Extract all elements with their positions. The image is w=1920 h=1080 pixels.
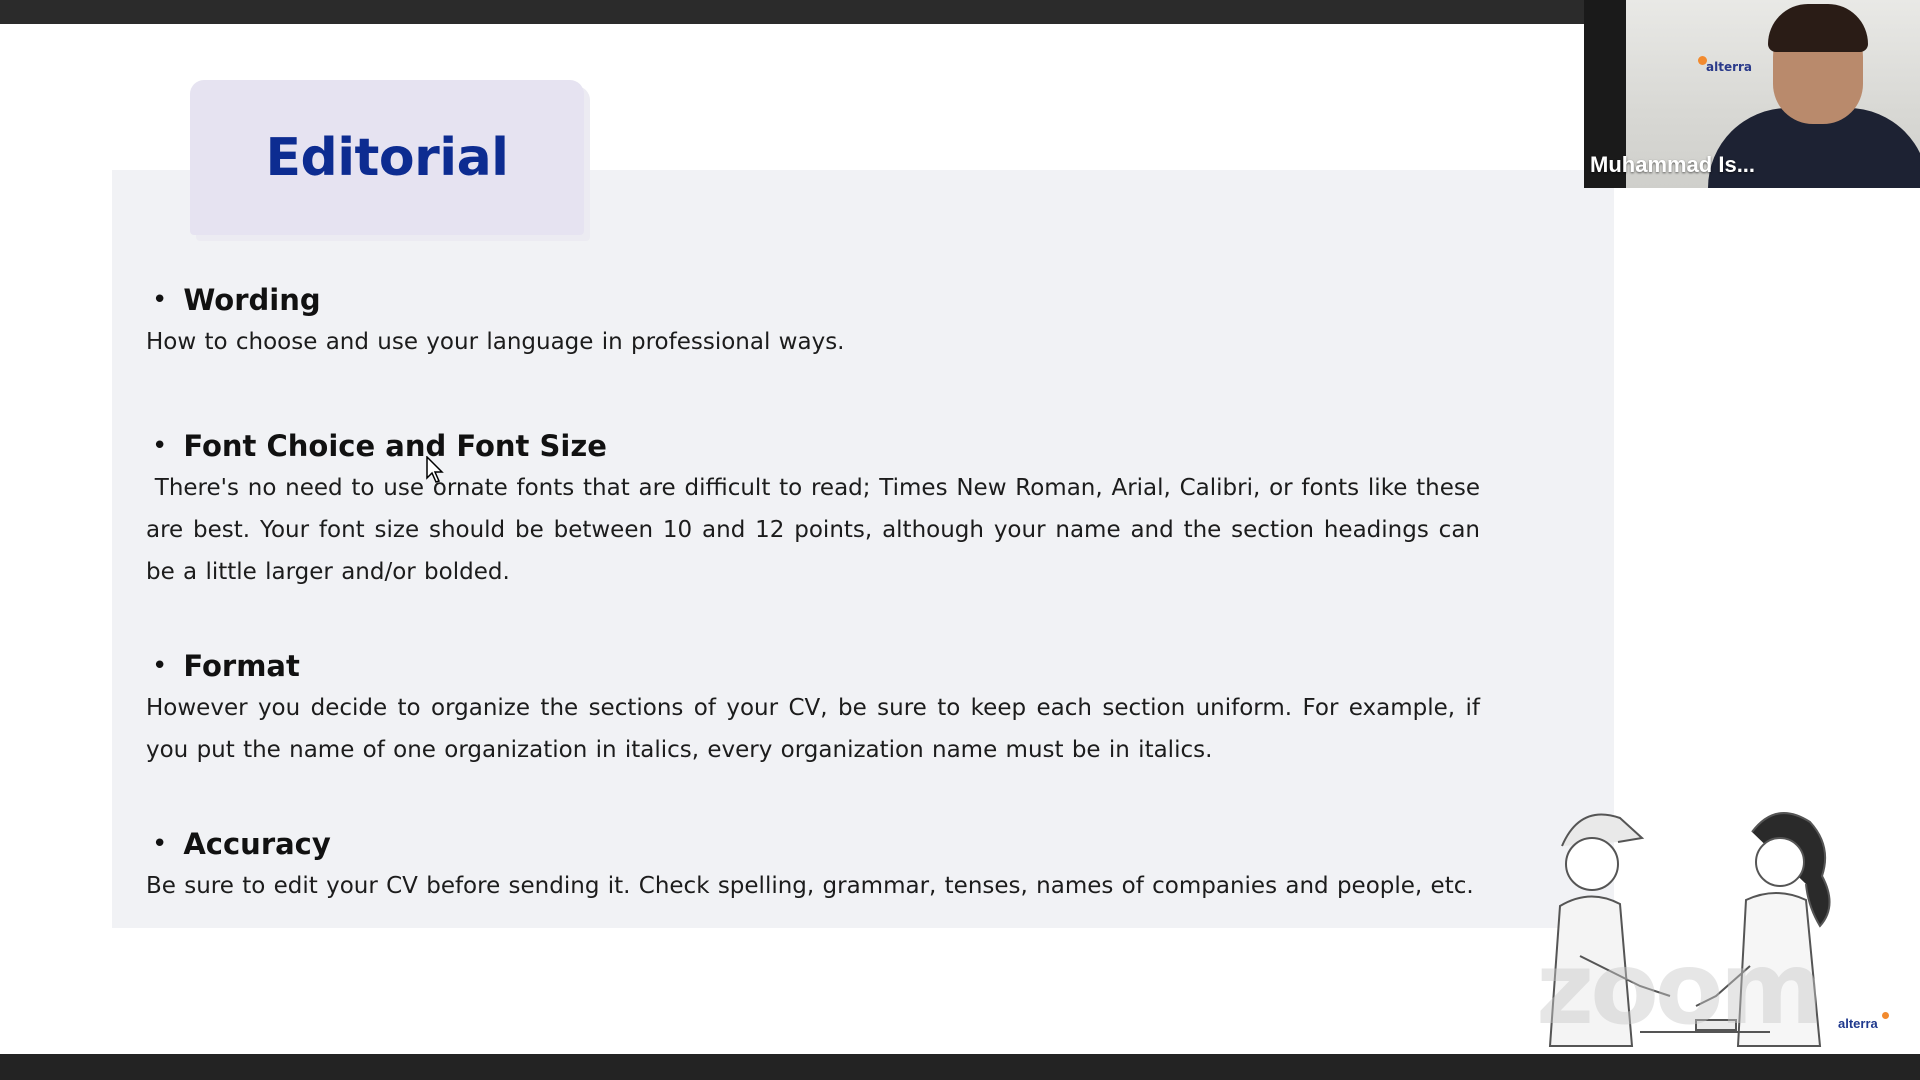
- section-heading: • Accuracy: [152, 827, 1480, 861]
- section-heading: • Wording: [152, 283, 1480, 317]
- section-accuracy: • Accuracy Be sure to edit your CV befor…: [146, 827, 1480, 907]
- section-heading-text: Accuracy: [183, 827, 331, 861]
- bullet-icon: •: [152, 651, 168, 681]
- slide-title: Editorial: [265, 127, 509, 188]
- title-box: Editorial: [190, 80, 584, 235]
- mouse-pointer-icon: [426, 455, 446, 488]
- brand-dot-icon: [1882, 1012, 1889, 1019]
- brand-logo: alterra: [1838, 1016, 1878, 1031]
- section-body: How to choose and use your language in p…: [146, 329, 845, 355]
- section-heading-text: Format: [183, 649, 300, 683]
- section-wording: • Wording How to choose and use your lan…: [146, 283, 1480, 363]
- section-heading-text: Wording: [183, 283, 321, 317]
- section-body: There's no need to use ornate fonts that…: [146, 475, 1480, 585]
- section-body: Be sure to edit your CV before sending i…: [146, 873, 1474, 899]
- section-format: • Format However you decide to organize …: [146, 649, 1480, 771]
- participant-video-tile[interactable]: alterra Muhammad Is...: [1584, 0, 1920, 188]
- section-heading-text: Font Choice and Font Size: [183, 429, 607, 463]
- zoom-watermark: zoom: [1536, 930, 1824, 1047]
- section-heading: • Format: [152, 649, 1480, 683]
- section-font-choice: • Font Choice and Font Size There's no n…: [146, 429, 1480, 593]
- participant-hair: [1768, 4, 1868, 52]
- section-heading: • Font Choice and Font Size: [152, 429, 1480, 463]
- participant-name-label: Muhammad Is...: [1590, 152, 1756, 177]
- wall-logo: alterra: [1706, 60, 1753, 74]
- bullet-icon: •: [152, 829, 168, 859]
- bullet-icon: •: [152, 431, 168, 461]
- bullet-icon: •: [152, 285, 168, 315]
- meeting-bottom-bar: [0, 1054, 1920, 1080]
- section-body: However you decide to organize the secti…: [146, 695, 1480, 763]
